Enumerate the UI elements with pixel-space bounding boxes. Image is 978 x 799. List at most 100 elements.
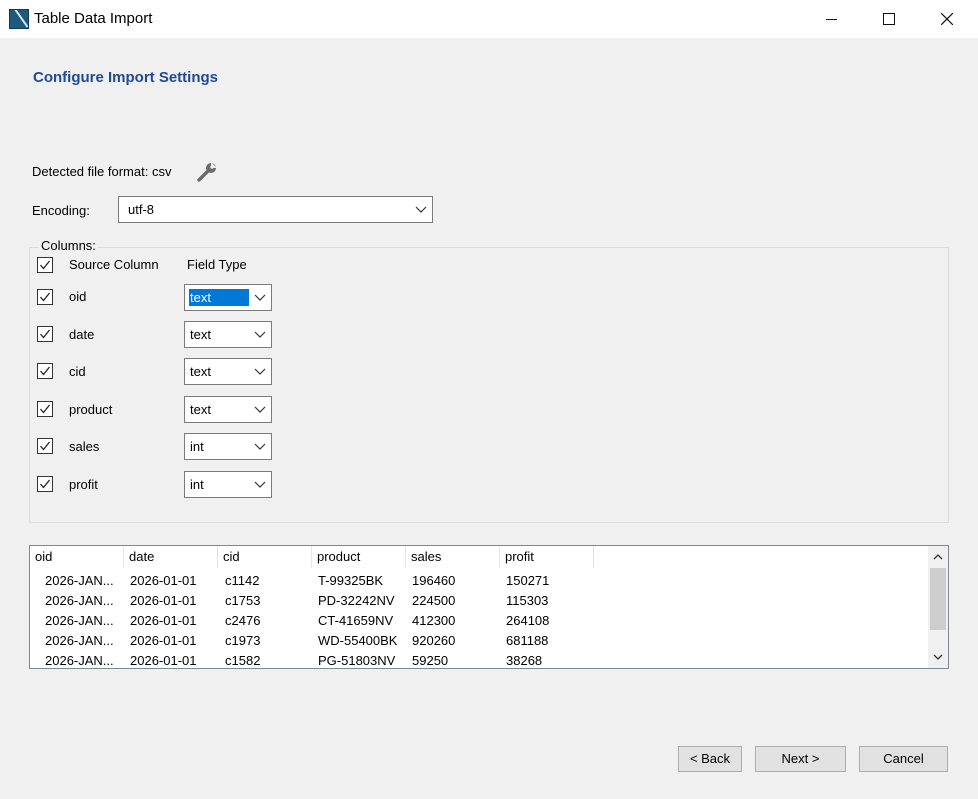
encoding-label: Encoding: bbox=[32, 203, 90, 218]
table-cell: 2026-JAN... bbox=[45, 613, 114, 628]
field-type-value: text bbox=[190, 327, 211, 342]
scrollbar-thumb[interactable] bbox=[930, 568, 946, 630]
column-name: date bbox=[69, 327, 95, 342]
table-cell: 2026-01-01 bbox=[130, 573, 197, 588]
table-header-profit[interactable]: profit bbox=[500, 546, 594, 568]
check-icon bbox=[40, 329, 51, 339]
vertical-scrollbar[interactable] bbox=[928, 546, 948, 668]
column-checkbox-cid[interactable] bbox=[37, 363, 53, 379]
field-type-value: int bbox=[190, 477, 204, 492]
table-cell: 2026-01-01 bbox=[130, 593, 197, 608]
window-title: Table Data Import bbox=[34, 10, 153, 27]
table-header-cid[interactable]: cid bbox=[218, 546, 312, 568]
column-name: product bbox=[69, 402, 113, 417]
chevron-down-icon[interactable] bbox=[932, 652, 944, 662]
table-cell: 2026-01-01 bbox=[130, 613, 197, 628]
table-cell: 412300 bbox=[412, 613, 456, 628]
check-icon bbox=[40, 479, 51, 489]
check-icon bbox=[40, 404, 51, 414]
table-cell: c1753 bbox=[225, 593, 261, 608]
table-cell: WD-55400BK bbox=[318, 633, 398, 648]
table-cell: 38268 bbox=[506, 653, 543, 668]
columns-group-label: Columns: bbox=[39, 238, 98, 253]
table-cell: 2026-JAN... bbox=[45, 593, 114, 608]
table-header-oid[interactable]: oid bbox=[30, 546, 124, 568]
table-cell: 2026-JAN... bbox=[45, 653, 114, 668]
column-checkbox-product[interactable] bbox=[37, 401, 53, 417]
table-header-sales[interactable]: sales bbox=[406, 546, 500, 568]
table-cell: 224500 bbox=[412, 593, 456, 608]
next-button[interactable]: Next > bbox=[755, 746, 846, 772]
table-header-date[interactable]: date bbox=[124, 546, 218, 568]
column-name: cid bbox=[69, 364, 86, 379]
maximize-icon bbox=[883, 13, 895, 25]
column-name: sales bbox=[69, 439, 100, 454]
chevron-down-icon bbox=[415, 206, 427, 213]
table-header-product[interactable]: product bbox=[312, 546, 406, 568]
table-cell: c1973 bbox=[225, 633, 261, 648]
field-type-select-profit[interactable]: int bbox=[184, 471, 272, 498]
cancel-button[interactable]: Cancel bbox=[859, 746, 948, 772]
chevron-down-icon bbox=[254, 368, 266, 375]
columns-group bbox=[29, 247, 949, 523]
check-icon bbox=[40, 260, 51, 270]
table-cell: CT-41659NV bbox=[318, 613, 394, 628]
chevron-down-icon bbox=[254, 481, 266, 488]
table-cell: c1142 bbox=[225, 573, 260, 588]
wrench-icon[interactable] bbox=[196, 161, 218, 186]
chevron-up-icon[interactable] bbox=[932, 552, 944, 562]
chevron-down-icon bbox=[254, 294, 266, 301]
minimize-button[interactable] bbox=[808, 0, 854, 38]
table-cell: T-99325BK bbox=[318, 573, 384, 588]
select-all-checkbox[interactable] bbox=[37, 257, 53, 273]
file-format-label: Detected file format: csv bbox=[32, 164, 172, 179]
source-column-header: Source Column bbox=[69, 257, 159, 272]
check-icon bbox=[40, 292, 51, 302]
table-cell: 196460 bbox=[412, 573, 456, 588]
back-button[interactable]: < Back bbox=[678, 746, 742, 772]
close-icon bbox=[941, 13, 953, 25]
field-type-select-sales[interactable]: int bbox=[184, 433, 272, 460]
page-title: Configure Import Settings bbox=[33, 69, 218, 86]
chevron-down-icon bbox=[254, 331, 266, 338]
table-cell: 150271 bbox=[506, 573, 550, 588]
table-cell: PD-32242NV bbox=[318, 593, 395, 608]
field-type-value: text bbox=[189, 289, 249, 306]
table-cell: 2026-JAN... bbox=[45, 633, 114, 648]
table-cell: 2026-01-01 bbox=[130, 653, 197, 668]
field-type-select-date[interactable]: text bbox=[184, 321, 272, 348]
table-cell: PG-51803NV bbox=[318, 653, 396, 668]
app-icon bbox=[9, 9, 29, 29]
table-cell: 264108 bbox=[506, 613, 550, 628]
check-icon bbox=[40, 366, 51, 376]
column-checkbox-oid[interactable] bbox=[37, 289, 53, 305]
table-cell: 115303 bbox=[506, 593, 549, 608]
field-type-value: text bbox=[190, 402, 211, 417]
title-bar: Table Data Import bbox=[0, 0, 978, 38]
encoding-value: utf-8 bbox=[128, 202, 155, 217]
field-type-value: text bbox=[190, 364, 211, 379]
field-type-select-oid[interactable]: text bbox=[184, 284, 272, 311]
field-type-select-cid[interactable]: text bbox=[184, 358, 272, 385]
encoding-select[interactable]: utf-8 bbox=[118, 196, 433, 223]
table-cell: 681188 bbox=[506, 633, 549, 648]
maximize-button[interactable] bbox=[866, 0, 912, 38]
column-checkbox-date[interactable] bbox=[37, 326, 53, 342]
minimize-icon bbox=[825, 18, 837, 20]
table-cell: 2026-01-01 bbox=[130, 633, 197, 648]
column-checkbox-profit[interactable] bbox=[37, 476, 53, 492]
table-cell: 920260 bbox=[412, 633, 456, 648]
field-type-select-product[interactable]: text bbox=[184, 396, 272, 423]
check-icon bbox=[40, 441, 51, 451]
table-cell: c1582 bbox=[225, 653, 261, 668]
chevron-down-icon bbox=[254, 443, 266, 450]
column-name: oid bbox=[69, 289, 87, 304]
column-checkbox-sales[interactable] bbox=[37, 438, 53, 454]
field-type-header: Field Type bbox=[187, 257, 247, 272]
close-button[interactable] bbox=[924, 0, 970, 38]
table-cell: c2476 bbox=[225, 613, 261, 628]
chevron-down-icon bbox=[254, 406, 266, 413]
table-cell: 59250 bbox=[412, 653, 449, 668]
table-cell: 2026-JAN... bbox=[45, 573, 114, 588]
data-preview-table[interactable]: oid date cid product sales profit 2026-J… bbox=[29, 545, 949, 669]
